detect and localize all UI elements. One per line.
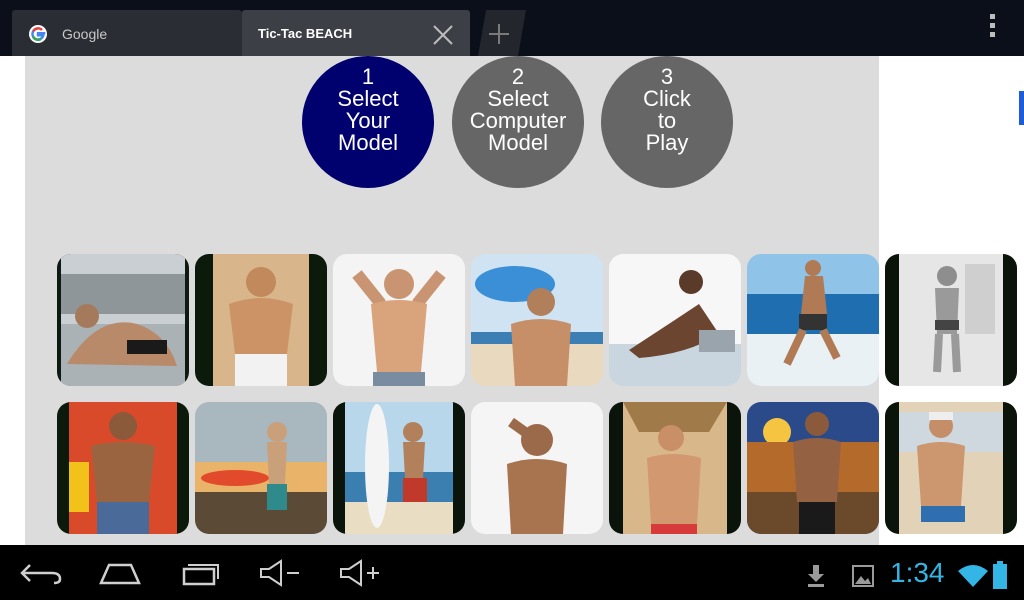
close-icon[interactable] (432, 24, 454, 46)
system-navigation-bar: 1:34 (0, 545, 1024, 600)
status-clock: 1:34 (890, 557, 945, 588)
volume-down-icon[interactable] (257, 559, 303, 587)
model-7-photo[interactable] (885, 254, 1017, 386)
model-4-photo[interactable] (471, 254, 603, 386)
home-icon[interactable] (97, 559, 143, 587)
game-area: 1 Select Your Model 2 Select Computer Mo… (25, 56, 1017, 545)
download-icon (808, 565, 824, 587)
model-13-photo[interactable] (747, 402, 879, 534)
model-14-photo[interactable] (885, 402, 1017, 534)
recent-apps-icon[interactable] (178, 559, 224, 587)
step-label: Select Your Model (337, 86, 399, 155)
tab-tic-tac-beach[interactable]: Tic-Tac BEACH (242, 10, 470, 56)
step-label: Click to Play (643, 86, 691, 155)
model-2-photo[interactable] (195, 254, 327, 386)
back-icon[interactable] (18, 559, 64, 587)
model-10-photo[interactable] (333, 402, 465, 534)
model-9-photo[interactable] (195, 402, 327, 534)
model-1-photo[interactable] (57, 254, 189, 386)
step-number: 3 (660, 64, 674, 89)
step-2-select-computer-model[interactable]: 2 Select Computer Model (452, 56, 584, 188)
tab-title: Tic-Tac BEACH (258, 26, 353, 41)
model-11-photo[interactable] (471, 402, 603, 534)
browser-tab-strip: Google Tic-Tac BEACH (0, 0, 1024, 56)
tab-title: Google (62, 26, 108, 42)
gallery-icon (852, 565, 874, 587)
wifi-icon (958, 565, 988, 587)
model-6-photo[interactable] (747, 254, 879, 386)
tab-google[interactable]: Google (12, 10, 242, 56)
plus-icon[interactable] (472, 10, 526, 56)
step-3-click-to-play[interactable]: 3 Click to Play (601, 56, 733, 188)
step-1-select-your-model[interactable]: 1 Select Your Model (302, 56, 434, 188)
model-3-photo[interactable] (333, 254, 465, 386)
step-number: 1 (361, 64, 375, 89)
overflow-menu-icon[interactable] (984, 14, 1000, 42)
battery-icon (993, 561, 1007, 589)
model-12-photo[interactable] (609, 402, 741, 534)
model-8-photo[interactable] (57, 402, 189, 534)
google-g-icon (29, 25, 47, 43)
volume-up-icon[interactable] (337, 559, 383, 587)
step-number: 2 (511, 64, 525, 89)
web-page: 1 Select Your Model 2 Select Computer Mo… (0, 56, 1024, 545)
step-label: Select Computer Model (469, 86, 567, 155)
model-5-photo[interactable] (609, 254, 741, 386)
page-accent-mark (1019, 91, 1024, 125)
